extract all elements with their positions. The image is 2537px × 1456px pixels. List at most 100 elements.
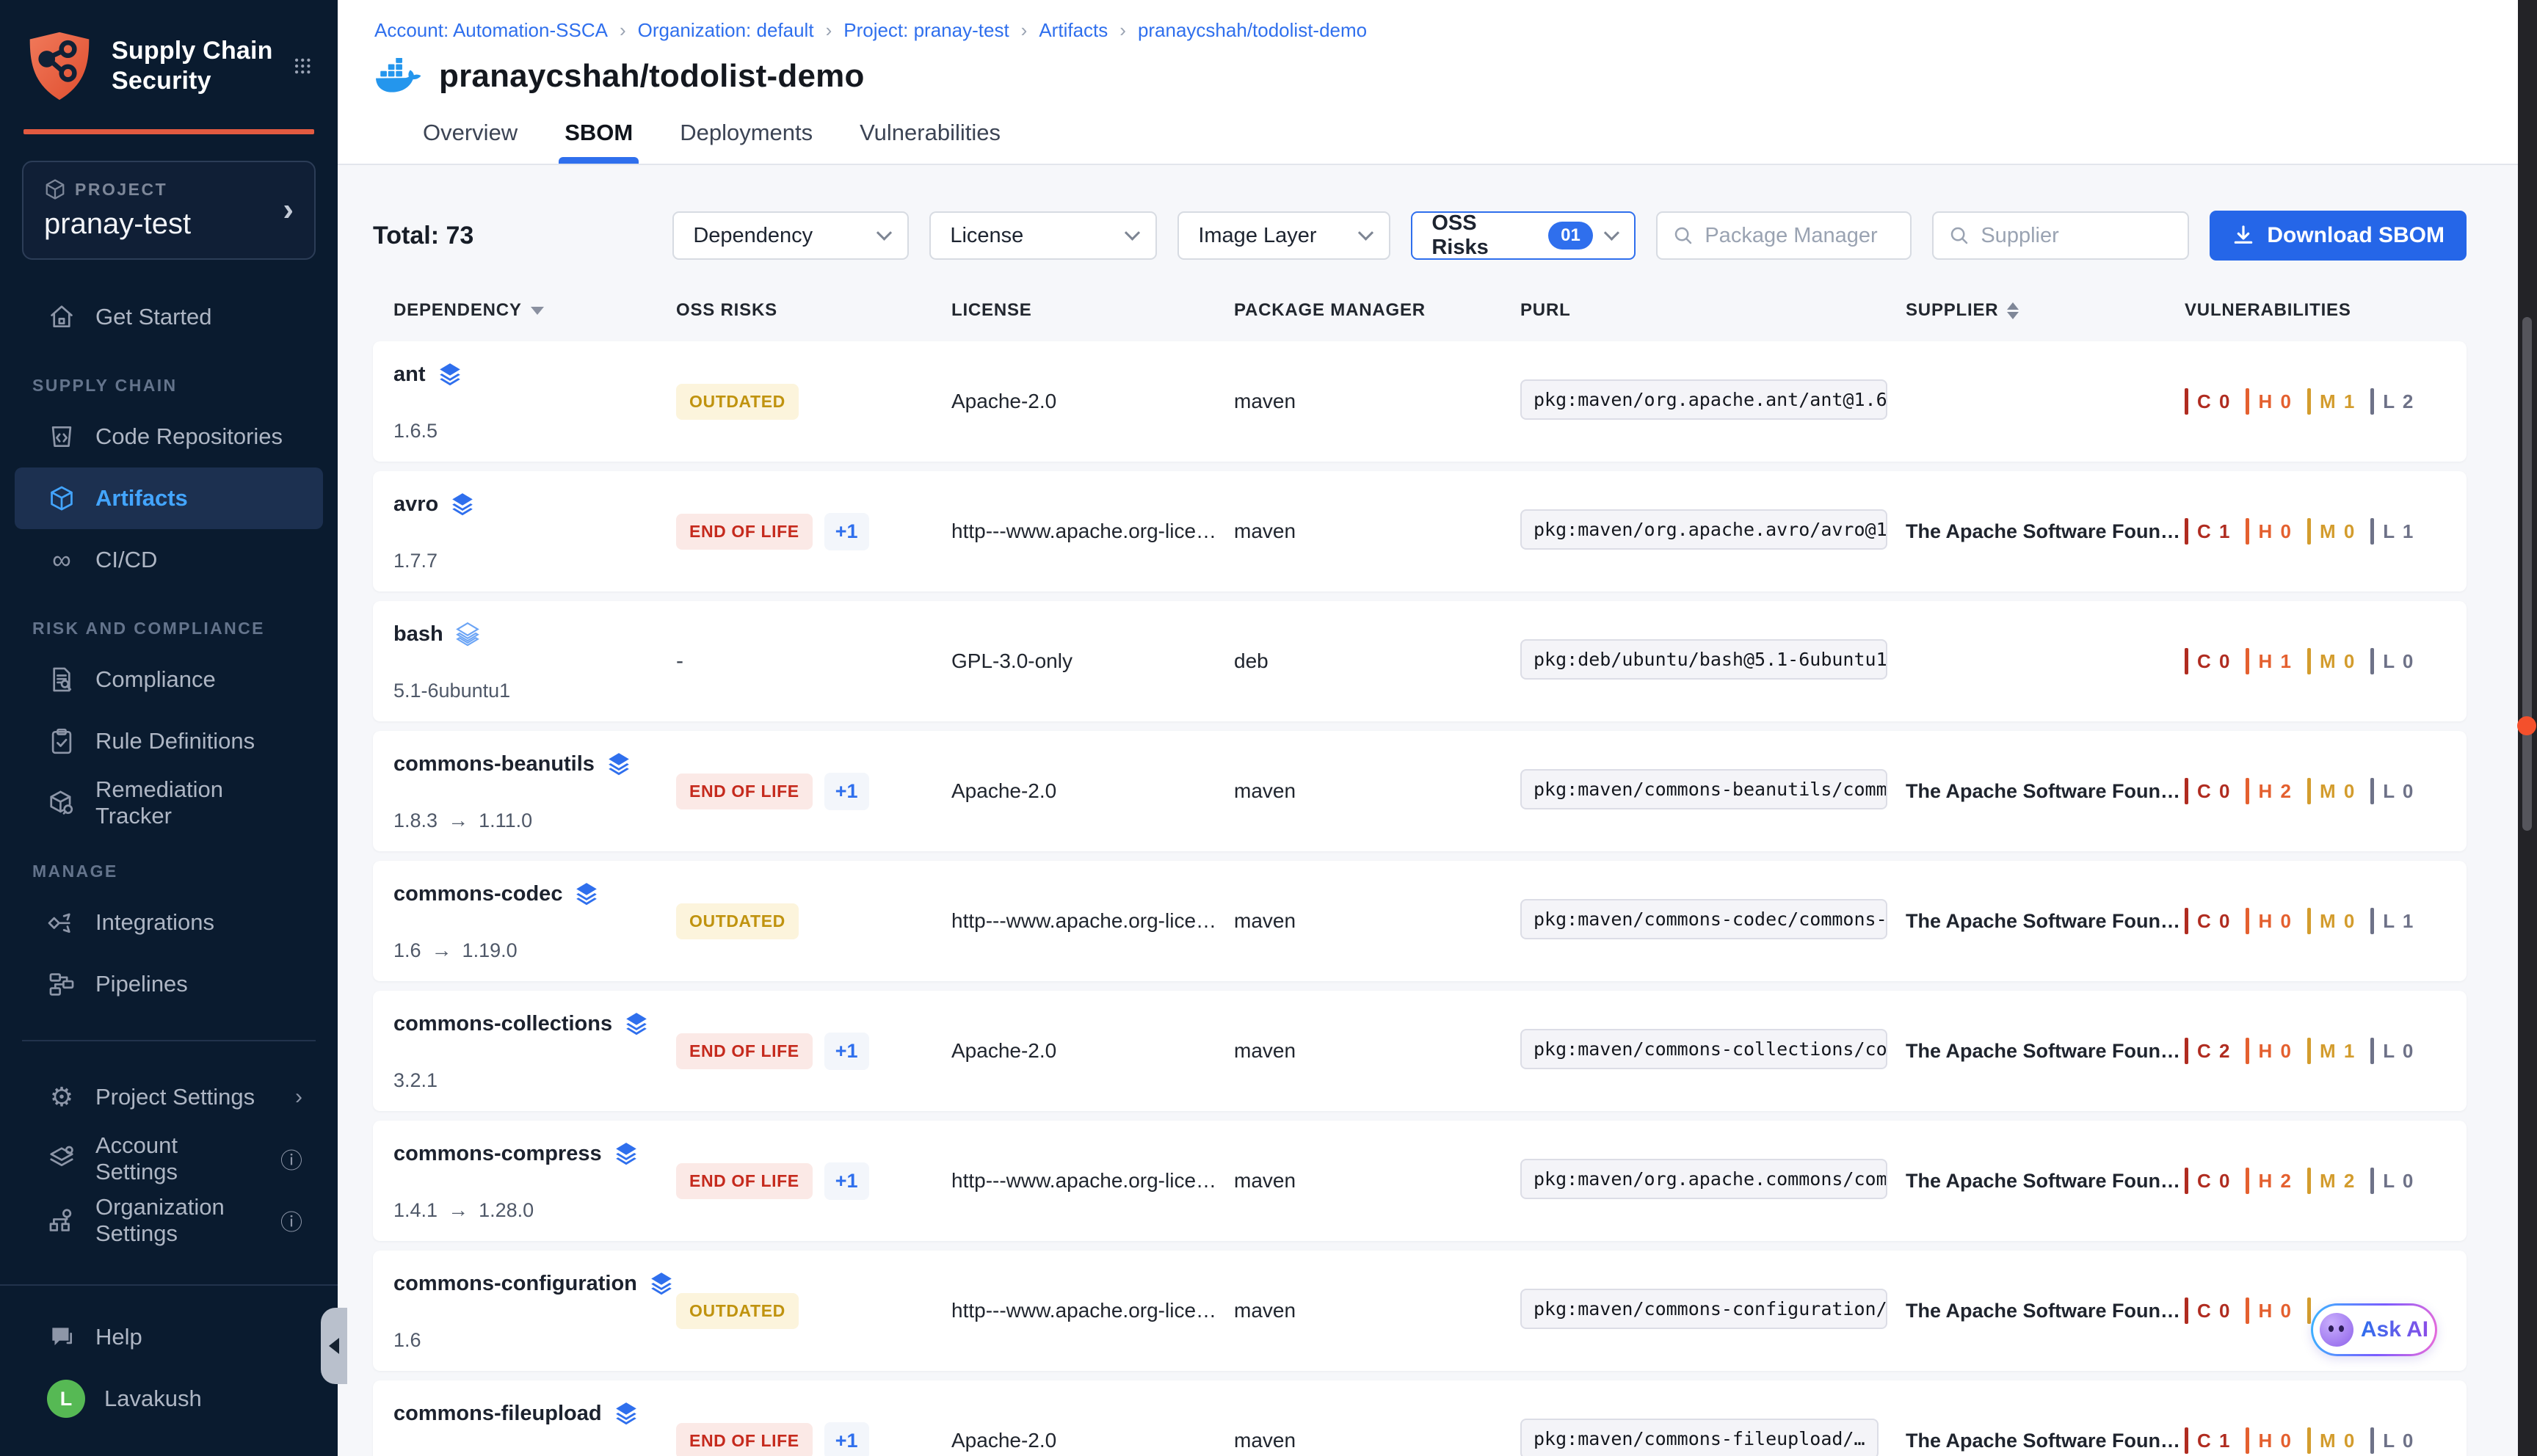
breadcrumb-link-organization-default[interactable]: Organization: default [638,19,814,42]
severity-count-label: L 0 [2383,650,2414,673]
breadcrumb-separator: › [1119,19,1126,42]
column-label: LICENSE [951,300,1032,321]
table-header: DEPENDENCYOSS RISKSLICENSEPACKAGE MANAGE… [373,300,2467,321]
sidebar-item-rule-definitions[interactable]: Rule Definitions [15,710,323,772]
sidebar-item-code-repositories[interactable]: Code Repositories [15,406,323,467]
vulnerabilities-cell: C 0H 2M 2L 0 [2185,1168,2449,1194]
tab-vulnerabilities[interactable]: Vulnerabilities [860,120,1001,164]
table-row-commons-codec[interactable]: commons-codec1.6→1.19.0OUTDATEDhttp---ww… [373,861,2467,981]
supplier-search[interactable] [1981,224,2173,248]
vuln-count-c: C 0 [2185,1168,2246,1194]
severity-count-label: M 0 [2320,650,2356,673]
sidebar-item-integrations[interactable]: Integrations [15,892,323,953]
table-row-avro[interactable]: avro1.7.7END OF LIFE+1http---www.apache.… [373,471,2467,592]
dependency-cell: commons-configuration1.6 [393,1251,676,1371]
purl-chip[interactable]: pkg:maven/org.apache.ant/ant@1.6… [1520,379,1887,420]
table-row-ant[interactable]: ant1.6.5OUTDATEDApache-2.0mavenpkg:maven… [373,341,2467,462]
tab-sbom[interactable]: SBOM [565,120,633,164]
sidebar-item-ci-cd[interactable]: ∞CI/CD [15,529,323,591]
severity-count-label: H 0 [2258,1430,2292,1452]
filter-dropdown-dependency[interactable]: Dependency [672,211,909,260]
more-risks-chip[interactable]: +1 [824,773,869,810]
more-risks-chip[interactable]: +1 [824,1422,869,1456]
risk-badge-eol: END OF LIFE [676,1423,813,1456]
oss-risks-cell: - [676,649,951,674]
table-row-commons-compress[interactable]: commons-compress1.4.1→1.28.0END OF LIFE+… [373,1121,2467,1241]
vuln-count-m: M 0 [2307,778,2370,804]
sidebar-item-project-settings[interactable]: ⚙Project Settings› [15,1066,323,1128]
docker-icon [374,58,423,95]
license-cell: Apache-2.0 [951,1039,1234,1063]
user-menu[interactable]: L Lavakush [15,1368,323,1430]
more-risks-chip[interactable]: +1 [824,513,869,550]
severity-count-label: H 0 [2258,520,2292,543]
severity-count-label: C 1 [2197,1430,2231,1452]
breadcrumb-link-artifacts[interactable]: Artifacts [1039,19,1108,42]
sort-descending-icon[interactable] [531,307,544,315]
ask-ai-button[interactable]: Ask AI [2311,1303,2437,1356]
sidebar-item-remediation-tracker[interactable]: Remediation Tracker [15,772,323,834]
sidebar-collapse-handle[interactable] [321,1308,347,1384]
breadcrumb-link-pranaycshah-todolist-demo[interactable]: pranaycshah/todolist-demo [1138,19,1367,42]
breadcrumb-link-account-automation-ssca[interactable]: Account: Automation-SSCA [374,19,608,42]
sidebar-item-get-started[interactable]: Get Started [15,286,323,348]
table-row-commons-fileupload[interactable]: commons-fileuploadEND OF LIFE+1Apache-2.… [373,1380,2467,1456]
severity-bar [2370,1038,2374,1064]
more-risks-chip[interactable]: +1 [824,1033,869,1070]
package-manager-search[interactable] [1705,224,1895,248]
filter-dropdown-image-layer[interactable]: Image Layer [1177,211,1390,260]
purl-chip[interactable]: pkg:maven/org.apache.avro/avro@1… [1520,509,1887,550]
purl-chip[interactable]: pkg:maven/commons-fileupload/… [1520,1419,1879,1456]
sidebar-item-compliance[interactable]: Compliance [15,649,323,710]
current-version: 5.1-6ubuntu1 [393,680,510,702]
sidebar-item-help[interactable]: ? Help [15,1306,323,1368]
table-row-commons-beanutils[interactable]: commons-beanutils1.8.3→1.11.0END OF LIFE… [373,731,2467,851]
vertical-scrollbar[interactable] [2518,0,2537,1456]
column-header-oss-risks: OSS RISKS [676,300,951,321]
sidebar-item-organization-settings[interactable]: Organization Settingsⓘ [15,1190,323,1251]
purl-chip[interactable]: pkg:maven/commons-beanutils/comm… [1520,769,1887,809]
sidebar-item-artifacts[interactable]: Artifacts [15,467,323,529]
sidebar-item-pipelines[interactable]: Pipelines [15,953,323,1015]
license-cell: http---www.apache.org-lice… [951,1299,1234,1322]
current-version: 1.4.1 [393,1199,438,1222]
scrollbar-thumb[interactable] [2522,317,2532,831]
severity-bar [2370,908,2374,934]
package-manager-cell: maven [1234,1169,1520,1193]
sort-toggle-icon[interactable] [2007,302,2019,319]
purl-chip[interactable]: pkg:deb/ubuntu/bash@5.1-6ubuntu1 [1520,639,1887,680]
purl-chip[interactable]: pkg:maven/org.apache.commons/com… [1520,1159,1887,1199]
download-sbom-button[interactable]: Download SBOM [2210,211,2467,261]
table-row-commons-configuration[interactable]: commons-configuration1.6OUTDATEDhttp---w… [373,1251,2467,1371]
tab-deployments[interactable]: Deployments [680,120,813,164]
sidebar-item-account-settings[interactable]: Account Settingsⓘ [15,1128,323,1190]
table-row-bash[interactable]: bash5.1-6ubuntu1-GPL-3.0-onlydebpkg:deb/… [373,601,2467,721]
vuln-count-l: L 1 [2370,518,2429,545]
vuln-count-l: L 0 [2370,778,2429,804]
oss-risks-cell: END OF LIFE +1 [676,1422,951,1456]
more-risks-chip[interactable]: +1 [824,1162,869,1200]
app-switcher-grid-icon[interactable] [294,51,311,81]
tab-overview[interactable]: Overview [423,120,518,164]
breadcrumb-link-project-pranay-test[interactable]: Project: pranay-test [843,19,1009,42]
sidebar-header: Supply Chain Security [0,0,338,126]
filter-dropdown-license[interactable]: License [929,211,1157,260]
dependency-cell: commons-codec1.6→1.19.0 [393,861,676,981]
divider [22,1040,316,1041]
filter-label: License [950,224,1023,248]
severity-count-label: C 0 [2197,910,2231,933]
vuln-count-c: C 0 [2185,1297,2246,1324]
purl-chip[interactable]: pkg:maven/commons-codec/commons-… [1520,899,1887,939]
severity-count-label: M 0 [2320,520,2356,543]
purl-cell: pkg:maven/org.apache.commons/com… [1520,1159,1906,1203]
severity-count-label: L 2 [2383,390,2414,413]
purl-chip[interactable]: pkg:maven/commons-configuration/… [1520,1289,1887,1329]
table-row-commons-collections[interactable]: commons-collections3.2.1END OF LIFE+1Apa… [373,991,2467,1111]
filter-dropdown-oss-risks[interactable]: OSS Risks01 [1411,211,1636,260]
severity-count-label: C 0 [2197,1300,2231,1322]
project-selector[interactable]: PROJECT pranay-test › [22,161,316,260]
purl-chip[interactable]: pkg:maven/commons-collections/co… [1520,1029,1887,1069]
dependency-name: ant [393,363,426,387]
topbar: Account: Automation-SSCA › Organization: d… [338,0,2537,165]
dependency-version: 1.7.7 [393,550,676,572]
